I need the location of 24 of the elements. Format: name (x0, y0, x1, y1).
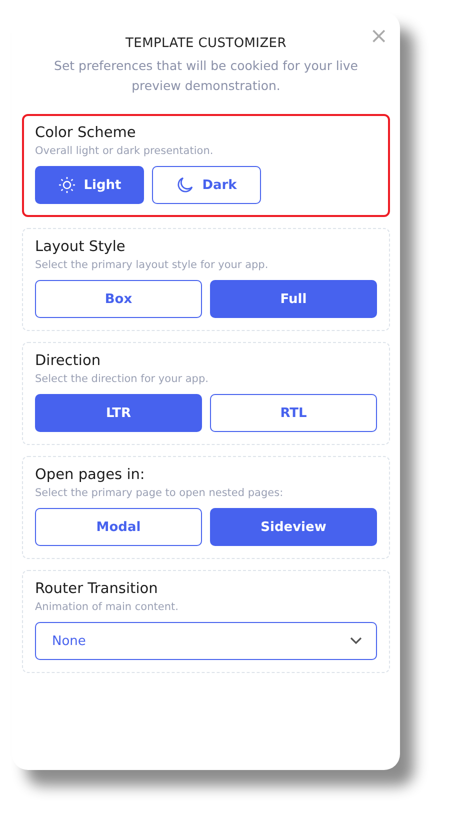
option-button[interactable]: Modal (35, 508, 202, 546)
option-button[interactable]: Light (35, 166, 144, 204)
panel-title: TEMPLATE CUSTOMIZER (126, 36, 286, 51)
option-button[interactable]: Box (35, 280, 202, 318)
option-button[interactable]: Sideview (210, 508, 377, 546)
option-button[interactable]: Dark (152, 166, 261, 204)
option-button[interactable]: Full (210, 280, 377, 318)
section-description: Overall light or dark presentation. (35, 145, 214, 157)
sun-icon (58, 176, 76, 194)
section-title: Router Transition (35, 581, 159, 597)
section-title: Open pages in: (35, 467, 146, 483)
chevron-down-icon (350, 637, 362, 645)
section-title: Layout Style (35, 239, 126, 255)
panel-subtitle: Set preferences that will be cookied for your live preview demonstration. (53, 57, 359, 95)
section-description: Select the direction for your app. (35, 373, 210, 385)
section-title: Color Scheme (35, 125, 137, 141)
option-button[interactable]: LTR (35, 394, 202, 432)
section-title: Direction (35, 353, 102, 369)
section-description: Select the primary page to open nested pages: (35, 487, 284, 499)
moon-icon (176, 176, 194, 194)
transition-select[interactable]: None (35, 622, 377, 660)
section-description: Select the primary layout style for your app. (35, 259, 270, 271)
section-description: Animation of main content. (35, 601, 180, 613)
option-button[interactable]: RTL (210, 394, 377, 432)
